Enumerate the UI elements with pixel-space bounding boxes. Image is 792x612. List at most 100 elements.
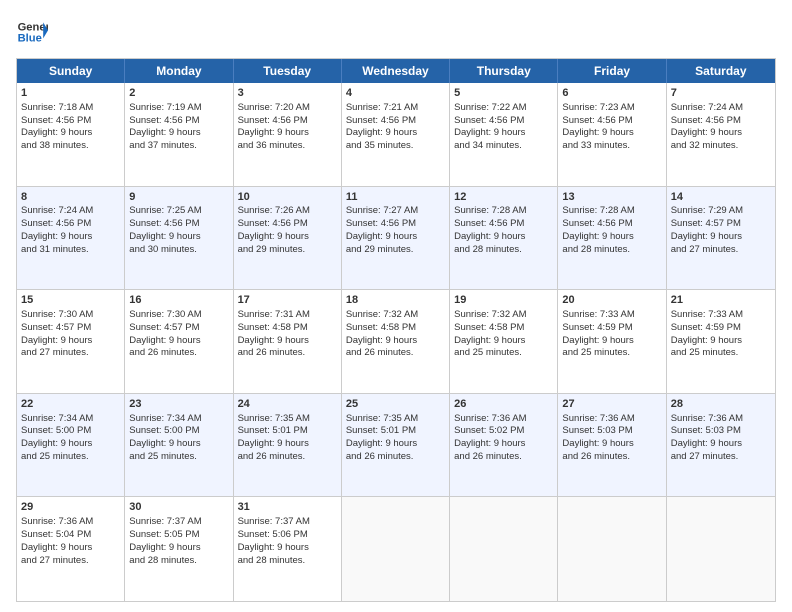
day-info-line: Daylight: 9 hours <box>671 438 771 451</box>
day-cell-20: 20Sunrise: 7:33 AMSunset: 4:59 PMDayligh… <box>558 290 666 393</box>
day-info-line: Sunrise: 7:24 AM <box>21 205 120 218</box>
day-info-line: Sunrise: 7:24 AM <box>671 102 771 115</box>
day-info-line: Daylight: 9 hours <box>238 335 337 348</box>
day-info-line: Daylight: 9 hours <box>238 542 337 555</box>
day-info-line: Sunrise: 7:35 AM <box>346 413 445 426</box>
day-number: 18 <box>346 293 445 308</box>
day-info-line: and 30 minutes. <box>129 244 228 257</box>
day-info-line: Sunset: 4:56 PM <box>454 218 553 231</box>
day-info-line: and 28 minutes. <box>454 244 553 257</box>
day-info-line: Sunset: 4:56 PM <box>238 218 337 231</box>
day-info-line: Sunrise: 7:30 AM <box>129 309 228 322</box>
empty-cell <box>342 497 450 601</box>
empty-cell <box>558 497 666 601</box>
day-info-line: Daylight: 9 hours <box>454 335 553 348</box>
day-cell-31: 31Sunrise: 7:37 AMSunset: 5:06 PMDayligh… <box>234 497 342 601</box>
day-cell-2: 2Sunrise: 7:19 AMSunset: 4:56 PMDaylight… <box>125 83 233 186</box>
day-info-line: Sunset: 4:56 PM <box>346 218 445 231</box>
day-number: 31 <box>238 500 337 515</box>
day-info-line: Daylight: 9 hours <box>129 231 228 244</box>
day-info-line: and 25 minutes. <box>21 451 120 464</box>
day-cell-21: 21Sunrise: 7:33 AMSunset: 4:59 PMDayligh… <box>667 290 775 393</box>
day-number: 3 <box>238 86 337 101</box>
day-info-line: Sunset: 4:59 PM <box>562 322 661 335</box>
day-info-line: Sunrise: 7:36 AM <box>671 413 771 426</box>
day-number: 13 <box>562 190 661 205</box>
day-cell-25: 25Sunrise: 7:35 AMSunset: 5:01 PMDayligh… <box>342 394 450 497</box>
day-number: 4 <box>346 86 445 101</box>
day-number: 2 <box>129 86 228 101</box>
day-header-thursday: Thursday <box>450 59 558 83</box>
day-info-line: Daylight: 9 hours <box>21 438 120 451</box>
day-info-line: Daylight: 9 hours <box>671 127 771 140</box>
day-number: 17 <box>238 293 337 308</box>
day-header-friday: Friday <box>558 59 666 83</box>
day-cell-27: 27Sunrise: 7:36 AMSunset: 5:03 PMDayligh… <box>558 394 666 497</box>
day-info-line: Sunrise: 7:34 AM <box>21 413 120 426</box>
day-info-line: Sunset: 4:56 PM <box>21 115 120 128</box>
day-info-line: and 38 minutes. <box>21 140 120 153</box>
day-number: 20 <box>562 293 661 308</box>
day-info-line: Daylight: 9 hours <box>21 542 120 555</box>
day-info-line: Sunset: 4:59 PM <box>671 322 771 335</box>
day-info-line: Sunrise: 7:36 AM <box>21 516 120 529</box>
day-info-line: Daylight: 9 hours <box>238 127 337 140</box>
day-cell-23: 23Sunrise: 7:34 AMSunset: 5:00 PMDayligh… <box>125 394 233 497</box>
day-info-line: Sunset: 5:02 PM <box>454 425 553 438</box>
day-number: 21 <box>671 293 771 308</box>
day-info-line: Sunset: 4:57 PM <box>21 322 120 335</box>
day-info-line: Daylight: 9 hours <box>238 438 337 451</box>
day-info-line: Sunrise: 7:19 AM <box>129 102 228 115</box>
day-number: 7 <box>671 86 771 101</box>
day-info-line: Daylight: 9 hours <box>671 335 771 348</box>
day-info-line: Sunset: 4:56 PM <box>346 115 445 128</box>
day-info-line: and 25 minutes. <box>671 347 771 360</box>
day-number: 15 <box>21 293 120 308</box>
day-info-line: Sunset: 5:01 PM <box>346 425 445 438</box>
day-info-line: and 28 minutes. <box>129 555 228 568</box>
day-info-line: Sunrise: 7:18 AM <box>21 102 120 115</box>
day-info-line: Sunset: 4:56 PM <box>129 115 228 128</box>
logo: General Blue <box>16 16 48 48</box>
calendar-row-4: 29Sunrise: 7:36 AMSunset: 5:04 PMDayligh… <box>17 497 775 601</box>
day-cell-8: 8Sunrise: 7:24 AMSunset: 4:56 PMDaylight… <box>17 187 125 290</box>
day-info-line: and 33 minutes. <box>562 140 661 153</box>
day-info-line: and 29 minutes. <box>238 244 337 257</box>
day-info-line: Sunrise: 7:34 AM <box>129 413 228 426</box>
day-info-line: Sunset: 5:00 PM <box>129 425 228 438</box>
day-info-line: and 27 minutes. <box>21 347 120 360</box>
day-header-sunday: Sunday <box>17 59 125 83</box>
day-info-line: and 26 minutes. <box>238 347 337 360</box>
day-info-line: Sunset: 4:56 PM <box>562 218 661 231</box>
day-info-line: and 27 minutes. <box>671 244 771 257</box>
day-info-line: Daylight: 9 hours <box>454 231 553 244</box>
day-info-line: and 31 minutes. <box>21 244 120 257</box>
day-info-line: Sunrise: 7:20 AM <box>238 102 337 115</box>
day-info-line: Sunrise: 7:28 AM <box>562 205 661 218</box>
day-number: 27 <box>562 397 661 412</box>
header: General Blue <box>16 16 776 48</box>
day-info-line: and 35 minutes. <box>346 140 445 153</box>
day-cell-30: 30Sunrise: 7:37 AMSunset: 5:05 PMDayligh… <box>125 497 233 601</box>
day-cell-4: 4Sunrise: 7:21 AMSunset: 4:56 PMDaylight… <box>342 83 450 186</box>
day-info-line: Sunrise: 7:27 AM <box>346 205 445 218</box>
day-info-line: Daylight: 9 hours <box>562 231 661 244</box>
day-info-line: and 27 minutes. <box>671 451 771 464</box>
day-info-line: Sunset: 5:03 PM <box>671 425 771 438</box>
day-cell-16: 16Sunrise: 7:30 AMSunset: 4:57 PMDayligh… <box>125 290 233 393</box>
day-number: 14 <box>671 190 771 205</box>
day-cell-19: 19Sunrise: 7:32 AMSunset: 4:58 PMDayligh… <box>450 290 558 393</box>
day-info-line: Daylight: 9 hours <box>562 438 661 451</box>
day-number: 22 <box>21 397 120 412</box>
day-cell-14: 14Sunrise: 7:29 AMSunset: 4:57 PMDayligh… <box>667 187 775 290</box>
day-info-line: Daylight: 9 hours <box>129 438 228 451</box>
day-number: 25 <box>346 397 445 412</box>
day-info-line: and 28 minutes. <box>562 244 661 257</box>
day-info-line: and 26 minutes. <box>454 451 553 464</box>
day-info-line: and 26 minutes. <box>562 451 661 464</box>
day-header-saturday: Saturday <box>667 59 775 83</box>
day-cell-13: 13Sunrise: 7:28 AMSunset: 4:56 PMDayligh… <box>558 187 666 290</box>
day-header-monday: Monday <box>125 59 233 83</box>
day-cell-5: 5Sunrise: 7:22 AMSunset: 4:56 PMDaylight… <box>450 83 558 186</box>
day-info-line: Sunset: 5:04 PM <box>21 529 120 542</box>
